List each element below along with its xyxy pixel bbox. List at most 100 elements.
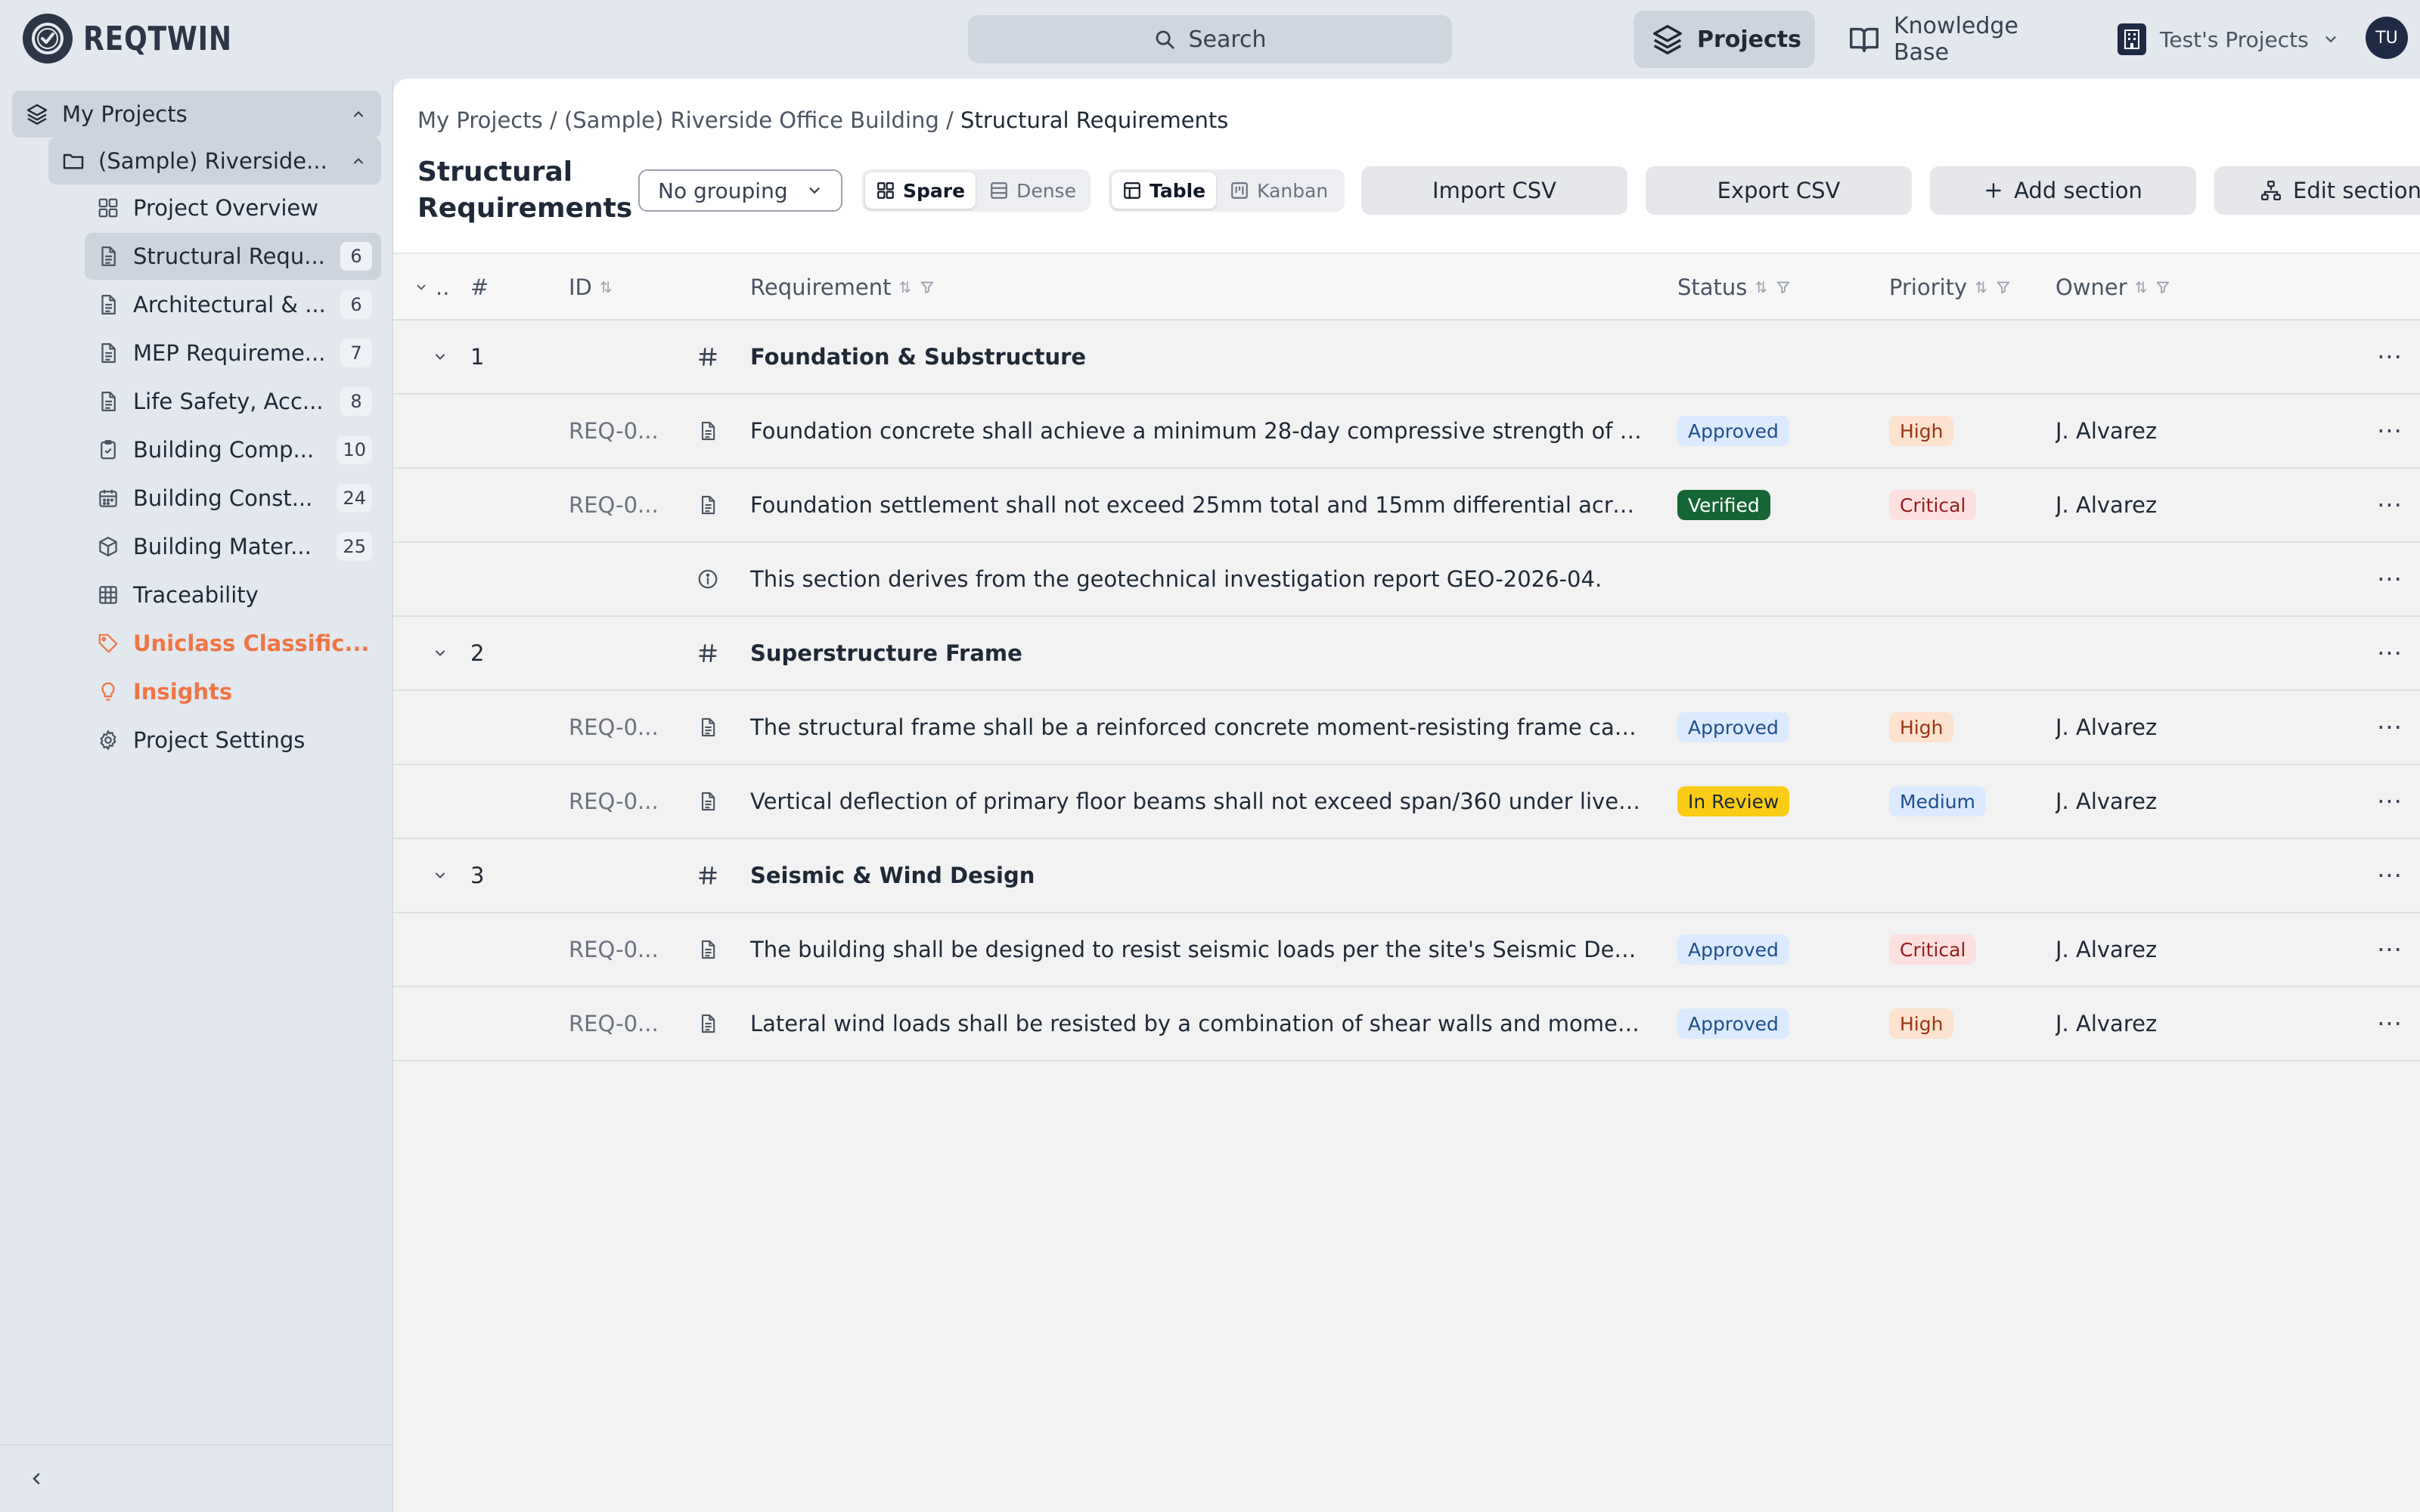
- requirement-text[interactable]: The structural frame shall be a reinforc…: [750, 691, 1643, 764]
- filter-icon[interactable]: [2155, 279, 2171, 296]
- edit-section-button[interactable]: Edit section: [2214, 166, 2420, 215]
- requirement-id[interactable]: REQ-0...: [569, 395, 675, 467]
- nav-knowledge-base-button[interactable]: Knowledge Base: [1830, 11, 2087, 68]
- more-actions-icon[interactable]: ···: [2375, 913, 2405, 986]
- org-switcher[interactable]: Test's Projects: [2118, 21, 2339, 57]
- logo[interactable]: REQTWIN: [23, 14, 265, 64]
- column-header-status[interactable]: Status ⇅: [1677, 254, 1792, 321]
- more-actions-icon[interactable]: ···: [2375, 469, 2405, 541]
- sidebar-item-life-safety-acc[interactable]: Life Safety, Acc... 8: [85, 378, 381, 425]
- breadcrumb-project[interactable]: (Sample) Riverside Office Building: [564, 107, 939, 133]
- sidebar-item-building-const[interactable]: Building Const... 24: [85, 475, 381, 522]
- chevron-up-icon[interactable]: [343, 107, 374, 122]
- requirement-row[interactable]: REQ-0... Vertical deflection of primary f…: [393, 765, 2420, 839]
- column-header-owner[interactable]: Owner ⇅: [2055, 254, 2171, 321]
- sidebar-item-architectural[interactable]: Architectural & ... 6: [85, 281, 381, 328]
- sidebar-item-uniclass-classific[interactable]: Uniclass Classific...: [85, 620, 381, 667]
- more-actions-icon[interactable]: ···: [2375, 543, 2405, 615]
- search-input[interactable]: Search: [968, 15, 1452, 64]
- view-table-option[interactable]: Table: [1112, 172, 1217, 209]
- priority-badge[interactable]: High: [1889, 416, 1954, 446]
- expand-all-toggle[interactable]: ..: [414, 254, 449, 321]
- collapse-sidebar-button[interactable]: [0, 1444, 392, 1512]
- requirement-id[interactable]: REQ-0...: [569, 469, 675, 541]
- owner-name[interactable]: J. Alvarez: [2055, 691, 2157, 764]
- sidebar-item-building-mater[interactable]: Building Mater... 25: [85, 523, 381, 570]
- requirement-row[interactable]: REQ-0... The building shall be designed t…: [393, 913, 2420, 987]
- filter-icon[interactable]: [1995, 279, 2012, 296]
- owner-name[interactable]: J. Alvarez: [2055, 765, 2157, 838]
- owner-name[interactable]: J. Alvarez: [2055, 987, 2157, 1060]
- requirement-id[interactable]: REQ-0...: [569, 765, 675, 838]
- priority-badge[interactable]: Critical: [1889, 934, 1977, 965]
- sidebar-item-building-comp[interactable]: Building Comp... 10: [85, 426, 381, 473]
- requirement-row[interactable]: REQ-0... The structural frame shall be a …: [393, 691, 2420, 765]
- more-actions-icon[interactable]: ···: [2375, 691, 2405, 764]
- requirement-id[interactable]: REQ-0...: [569, 913, 675, 986]
- note-row[interactable]: This section derives from the geotechnic…: [393, 543, 2420, 617]
- sidebar-item-mep-requireme[interactable]: MEP Requireme... 7: [85, 330, 381, 376]
- sidebar-item-traceability[interactable]: Traceability: [85, 572, 381, 618]
- density-spare-option[interactable]: Spare: [865, 172, 976, 209]
- sort-icon[interactable]: ⇅: [2135, 278, 2148, 296]
- sidebar-item-structural-requ[interactable]: Structural Requ... 6: [85, 233, 381, 280]
- owner-name[interactable]: J. Alvarez: [2055, 913, 2157, 986]
- more-actions-icon[interactable]: ···: [2375, 395, 2405, 467]
- avatar[interactable]: TU: [2366, 17, 2408, 59]
- owner-name[interactable]: J. Alvarez: [2055, 469, 2157, 541]
- requirement-text[interactable]: Vertical deflection of primary floor bea…: [750, 765, 1643, 838]
- column-header-id[interactable]: ID ⇅: [569, 254, 613, 321]
- breadcrumb-my-projects[interactable]: My Projects: [417, 107, 543, 133]
- add-section-button[interactable]: Add section: [1930, 166, 2196, 215]
- chevron-down-icon[interactable]: [425, 617, 455, 689]
- more-actions-icon[interactable]: ···: [2375, 617, 2405, 689]
- priority-badge[interactable]: High: [1889, 1009, 1954, 1039]
- status-badge[interactable]: In Review: [1677, 786, 1790, 816]
- section-row[interactable]: 2 Superstructure Frame ···: [393, 617, 2420, 691]
- owner-name[interactable]: J. Alvarez: [2055, 395, 2157, 467]
- sidebar-item-project-settings[interactable]: Project Settings: [85, 717, 381, 764]
- requirement-row[interactable]: REQ-0... Lateral wind loads shall be resi…: [393, 987, 2420, 1061]
- filter-icon[interactable]: [1775, 279, 1792, 296]
- requirement-text[interactable]: Foundation settlement shall not exceed 2…: [750, 469, 1643, 541]
- requirement-row[interactable]: REQ-0... Foundation concrete shall achiev…: [393, 395, 2420, 469]
- sidebar-item-project[interactable]: (Sample) Riverside...: [48, 138, 381, 184]
- requirement-id[interactable]: REQ-0...: [569, 691, 675, 764]
- status-badge[interactable]: Approved: [1677, 1009, 1789, 1039]
- requirement-row[interactable]: REQ-0... Foundation settlement shall not …: [393, 469, 2420, 543]
- chevron-down-icon[interactable]: [425, 839, 455, 912]
- requirement-text[interactable]: Lateral wind loads shall be resisted by …: [750, 987, 1643, 1060]
- status-badge[interactable]: Approved: [1677, 712, 1789, 742]
- status-badge[interactable]: Approved: [1677, 934, 1789, 965]
- more-actions-icon[interactable]: ···: [2375, 839, 2405, 912]
- view-kanban-option[interactable]: Kanban: [1219, 172, 1339, 209]
- status-badge[interactable]: Verified: [1677, 490, 1770, 520]
- requirement-id[interactable]: REQ-0...: [569, 987, 675, 1060]
- column-header-requirement[interactable]: Requirement ⇅: [750, 254, 935, 321]
- density-dense-option[interactable]: Dense: [979, 172, 1087, 209]
- filter-icon[interactable]: [919, 279, 935, 296]
- sort-icon[interactable]: ⇅: [899, 278, 912, 296]
- chevron-up-icon[interactable]: [343, 153, 374, 169]
- sidebar-item-insights[interactable]: Insights: [85, 668, 381, 715]
- grouping-select[interactable]: No grouping: [638, 169, 842, 212]
- priority-badge[interactable]: Critical: [1889, 490, 1977, 520]
- priority-badge[interactable]: High: [1889, 712, 1954, 742]
- column-header-priority[interactable]: Priority ⇅: [1889, 254, 2012, 321]
- sort-icon[interactable]: ⇅: [1975, 278, 1987, 296]
- section-row[interactable]: 3 Seismic & Wind Design ···: [393, 839, 2420, 913]
- import-csv-button[interactable]: Import CSV: [1361, 166, 1627, 215]
- section-row[interactable]: 1 Foundation & Substructure ···: [393, 321, 2420, 395]
- nav-projects-button[interactable]: Projects: [1634, 11, 1815, 68]
- more-actions-icon[interactable]: ···: [2375, 321, 2405, 393]
- sort-icon[interactable]: ⇅: [1754, 278, 1767, 296]
- priority-badge[interactable]: Medium: [1889, 786, 1986, 816]
- export-csv-button[interactable]: Export CSV: [1646, 166, 1912, 215]
- sidebar-item-project-overview[interactable]: Project Overview: [85, 184, 381, 231]
- chevron-down-icon[interactable]: [425, 321, 455, 393]
- requirement-text[interactable]: Foundation concrete shall achieve a mini…: [750, 395, 1643, 467]
- more-actions-icon[interactable]: ···: [2375, 765, 2405, 838]
- more-actions-icon[interactable]: ···: [2375, 987, 2405, 1060]
- requirement-text[interactable]: The building shall be designed to resist…: [750, 913, 1643, 986]
- status-badge[interactable]: Approved: [1677, 416, 1789, 446]
